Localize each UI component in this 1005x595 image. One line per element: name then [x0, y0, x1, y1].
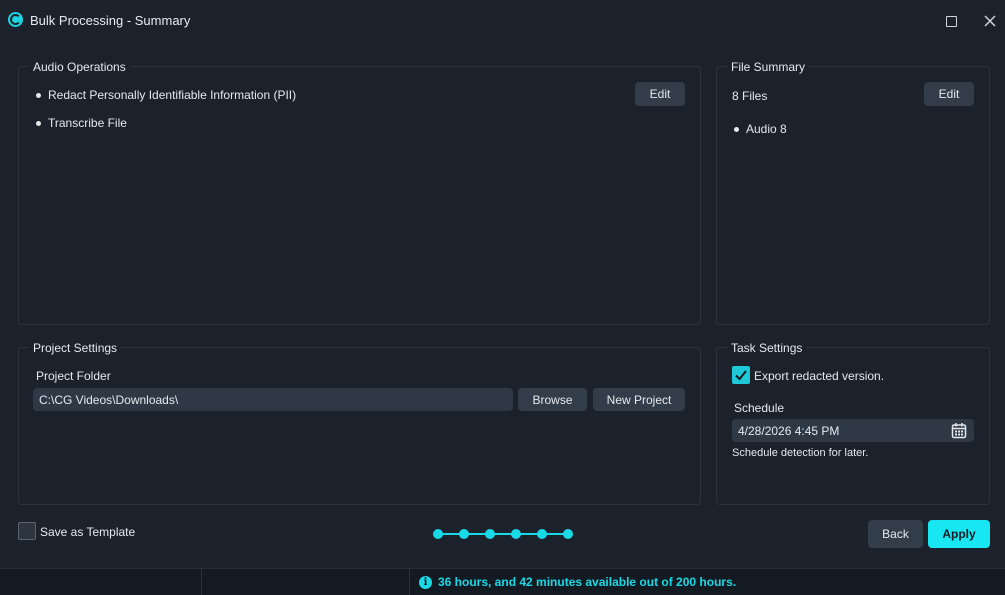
status-separator — [409, 569, 410, 595]
schedule-datetime-input[interactable]: 4/28/2026 4:45 PM — [732, 419, 974, 442]
stepper-line — [438, 533, 570, 535]
browse-button[interactable]: Browse — [518, 388, 587, 411]
apply-button[interactable]: Apply — [928, 520, 990, 548]
edit-file-summary-button[interactable]: Edit — [924, 82, 974, 106]
edit-audio-operations-button[interactable]: Edit — [635, 82, 685, 106]
info-icon: i — [419, 575, 432, 589]
progress-stepper — [433, 528, 575, 540]
step-dot — [459, 529, 469, 539]
step-dot — [433, 529, 443, 539]
project-folder-label: Project Folder — [36, 369, 111, 383]
bullet-icon — [734, 126, 739, 132]
file-item: Audio 8 — [734, 122, 787, 136]
audio-operation-item: Transcribe File — [36, 116, 127, 130]
save-as-template-checkbox[interactable] — [18, 522, 36, 540]
project-settings-panel: Project Settings — [18, 341, 701, 505]
close-button[interactable] — [979, 10, 1001, 32]
audio-operations-panel: Audio Operations — [18, 60, 701, 325]
maximize-button[interactable] — [940, 10, 962, 32]
project-settings-title: Project Settings — [29, 341, 122, 355]
save-as-template-label: Save as Template — [40, 525, 136, 539]
project-folder-input[interactable]: C:\CG Videos\Downloads\ — [33, 388, 513, 411]
export-redacted-checkbox[interactable] — [732, 366, 750, 384]
step-dot — [485, 529, 495, 539]
file-summary-title: File Summary — [727, 60, 810, 74]
app-logo-icon — [8, 12, 23, 27]
schedule-label: Schedule — [734, 401, 785, 415]
back-button[interactable]: Back — [868, 520, 923, 548]
task-settings-title: Task Settings — [727, 341, 807, 355]
window-title: Bulk Processing - Summary — [30, 13, 191, 28]
audio-operation-label: Redact Personally Identifiable Informati… — [48, 88, 297, 102]
step-dot — [537, 529, 547, 539]
export-redacted-label: Export redacted version. — [754, 369, 885, 383]
title-bar: Bulk Processing - Summary — [0, 0, 1005, 40]
bullet-icon — [36, 120, 41, 126]
hours-available-info: i 36 hours, and 42 minutes available out… — [419, 575, 736, 589]
close-icon — [984, 15, 996, 27]
audio-operations-title: Audio Operations — [29, 60, 130, 74]
status-separator — [201, 569, 202, 595]
status-bar: i 36 hours, and 42 minutes available out… — [0, 568, 1005, 595]
audio-operation-label: Transcribe File — [48, 116, 127, 130]
schedule-value: 4/28/2026 4:45 PM — [738, 423, 840, 438]
file-item-label: Audio 8 — [746, 122, 787, 136]
new-project-button[interactable]: New Project — [593, 388, 685, 411]
checkmark-icon — [735, 370, 747, 381]
step-dot — [511, 529, 521, 539]
file-count: 8 Files — [732, 89, 768, 103]
audio-operation-item: Redact Personally Identifiable Informati… — [36, 88, 296, 102]
calendar-icon[interactable] — [951, 422, 967, 439]
step-dot — [563, 529, 573, 539]
schedule-hint: Schedule detection for later. — [732, 447, 869, 459]
bullet-icon — [36, 92, 41, 98]
maximize-icon — [945, 15, 957, 27]
hours-available-text: 36 hours, and 42 minutes available out o… — [438, 575, 737, 589]
